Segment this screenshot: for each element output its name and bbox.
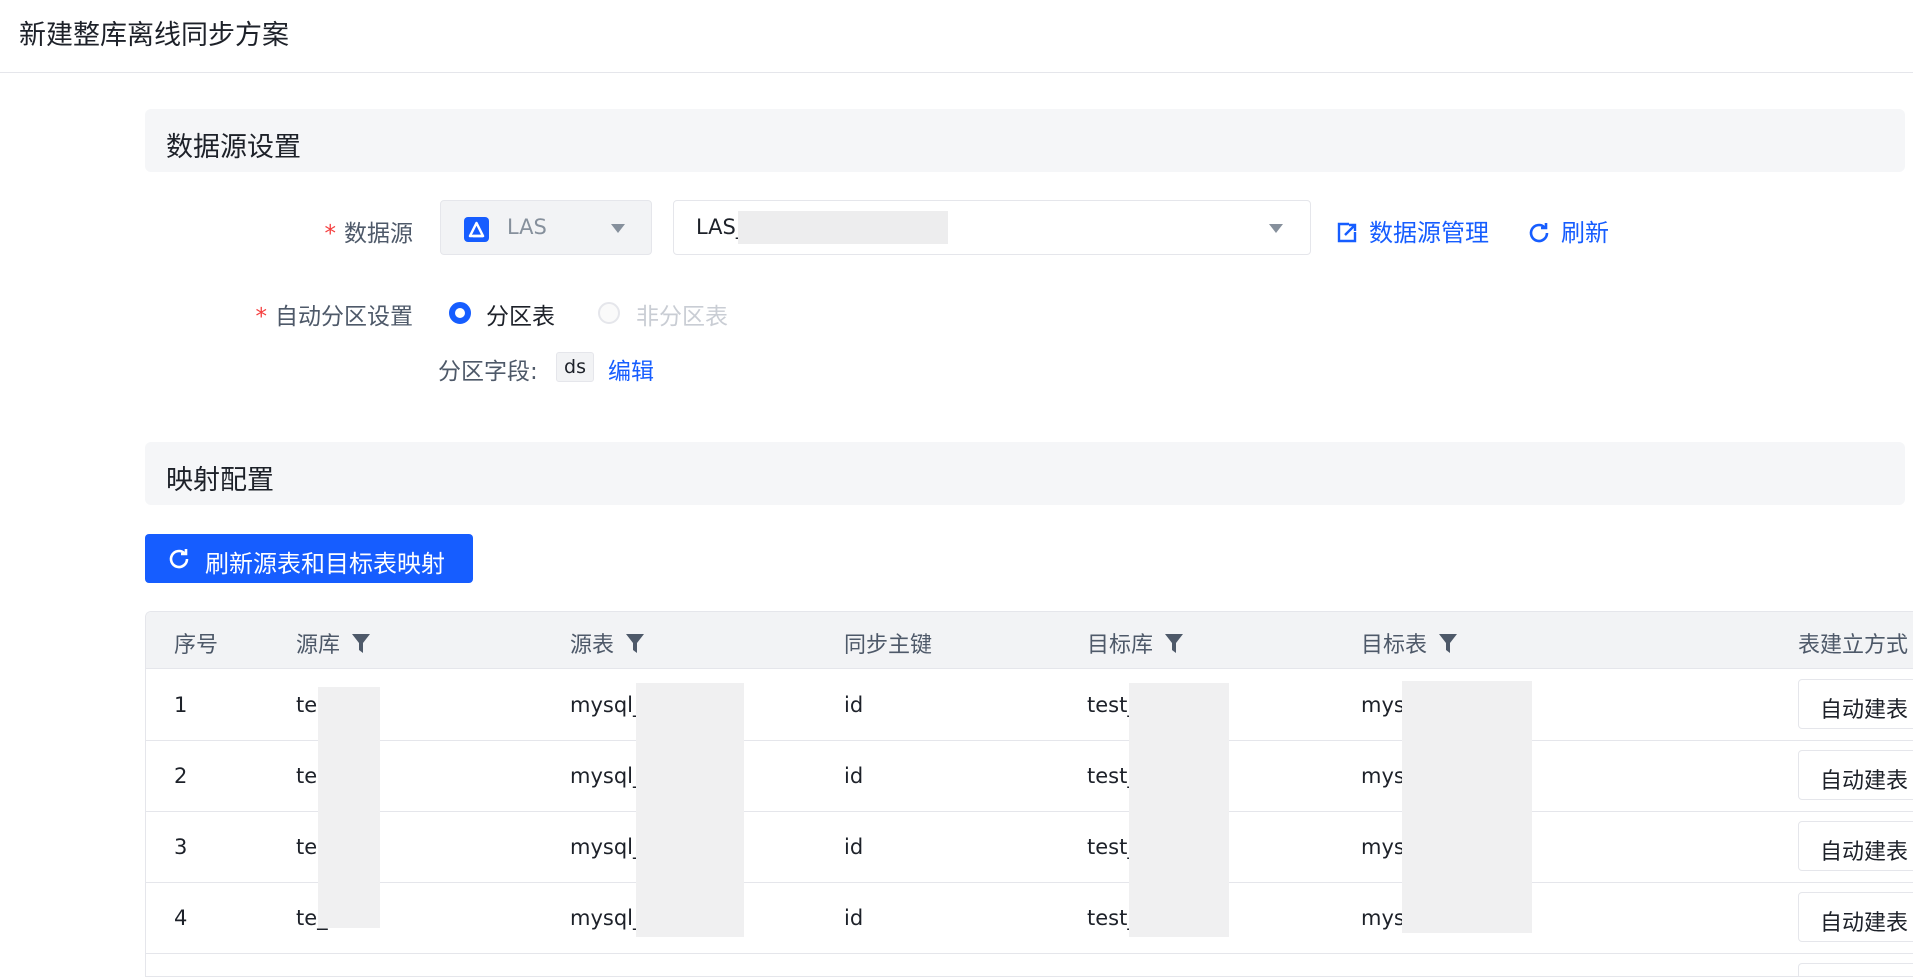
create-mode-select[interactable]: 自动建表	[1798, 821, 1913, 871]
cell-primary-key: id	[844, 764, 864, 788]
redacted-block	[1129, 740, 1229, 811]
auto-partition-label: * 自动分区设置	[255, 304, 414, 330]
filter-icon[interactable]	[626, 634, 645, 654]
cell-index: 2	[174, 764, 188, 788]
col-source-table: 源表	[570, 627, 645, 659]
redacted-block	[1402, 681, 1532, 740]
redacted-block	[1402, 740, 1532, 811]
redacted-block	[318, 740, 380, 811]
col-target-db: 目标库	[1087, 627, 1184, 659]
partition-field-tag: ds	[556, 352, 594, 382]
redacted-block	[636, 740, 744, 811]
cell-source-table: mysql_	[570, 764, 644, 788]
datasource-type-value: LAS	[507, 215, 547, 239]
required-mark: *	[324, 221, 337, 247]
cell-primary-key: id	[844, 835, 864, 859]
datasource-type-select[interactable]: LAS	[440, 200, 652, 255]
radio-non-partitioned[interactable]	[598, 302, 620, 324]
table-row: 1 te mysql_ id test_ mys 自动建表	[146, 669, 1913, 741]
redacted-block	[318, 811, 380, 882]
cell-source-table: mysql_	[570, 906, 644, 930]
create-mode-select[interactable]: 自动建表	[1798, 750, 1913, 800]
mapping-section-header: 映射配置	[145, 442, 1905, 505]
page-header: 新建整库离线同步方案	[0, 0, 1913, 73]
filter-icon[interactable]	[352, 634, 371, 654]
refresh-link[interactable]: 刷新	[1527, 213, 1609, 248]
redacted-block	[636, 811, 744, 882]
cell-primary-key: id	[844, 906, 864, 930]
col-index: 序号	[174, 633, 219, 658]
redacted-block	[738, 211, 948, 244]
refresh-icon	[169, 549, 189, 569]
chevron-down-icon	[1269, 224, 1283, 233]
redacted-block	[1129, 882, 1229, 937]
cell-primary-key: id	[844, 693, 864, 717]
cell-source-db: te	[296, 764, 318, 788]
cell-source-table: mysql_	[570, 693, 644, 717]
col-source-db: 源库	[296, 627, 371, 659]
cell-source-db: te	[296, 693, 318, 717]
refresh-mapping-button[interactable]: 刷新源表和目标表映射	[145, 534, 473, 583]
edit-partition-link[interactable]: 编辑	[608, 352, 654, 386]
radio-partitioned-label[interactable]: 分区表	[486, 297, 555, 331]
las-logo-icon	[464, 217, 489, 242]
col-target-table: 目标表	[1361, 627, 1458, 659]
datasource-name-select[interactable]: LAS_	[673, 200, 1311, 255]
datasource-section-header: 数据源设置	[145, 109, 1905, 172]
external-link-icon	[1337, 222, 1357, 243]
cell-target-table: mys	[1361, 764, 1405, 788]
refresh-icon	[1529, 223, 1549, 243]
redacted-block	[636, 683, 744, 740]
create-mode-select[interactable]: 自动建表	[1798, 679, 1913, 729]
table-header: 序号 源库 源表 同步主键 目标库 目标表 表建立方式	[146, 612, 1913, 669]
datasource-label: * 数据源	[324, 221, 414, 247]
redacted-block	[1402, 811, 1532, 882]
redacted-block	[636, 882, 744, 937]
cell-target-table: mys	[1361, 835, 1405, 859]
radio-non-partitioned-label[interactable]: 非分区表	[636, 297, 728, 331]
partition-field-label: 分区字段:	[438, 359, 538, 385]
redacted-block	[1129, 811, 1229, 882]
mapping-table: 序号 源库 源表 同步主键 目标库 目标表 表建立方式 1 te mysql_ …	[145, 611, 1913, 977]
required-mark: *	[255, 304, 268, 330]
cell-index: 4	[174, 906, 188, 930]
redacted-block	[1129, 683, 1229, 740]
cell-source-table: mysql_	[570, 835, 644, 859]
col-create-mode: 表建立方式	[1798, 633, 1909, 658]
page-title: 新建整库离线同步方案	[19, 20, 289, 51]
mapping-section-title: 映射配置	[166, 465, 274, 496]
radio-partitioned[interactable]	[449, 302, 471, 324]
redacted-block	[318, 687, 380, 740]
chevron-down-icon	[611, 224, 625, 233]
create-mode-select[interactable]: 自动建表	[1798, 892, 1913, 942]
cell-index: 1	[174, 693, 188, 717]
filter-icon[interactable]	[1439, 634, 1458, 654]
cell-index: 3	[174, 835, 188, 859]
cell-target-table: mys	[1361, 906, 1405, 930]
filter-icon[interactable]	[1165, 634, 1184, 654]
col-primary-key: 同步主键	[844, 633, 933, 658]
cell-target-table: mys	[1361, 693, 1405, 717]
table-row: 2 te mysql_ id test_ mys 自动建表	[146, 740, 1913, 812]
datasource-section-title: 数据源设置	[166, 132, 301, 163]
table-row: 4 te_ mysql_ id test_ mys 自动建表	[146, 882, 1913, 954]
redacted-block	[318, 882, 380, 928]
cell-source-db: te	[296, 835, 318, 859]
table-row-partial	[146, 953, 1913, 976]
redacted-block	[1402, 882, 1532, 933]
datasource-manage-link[interactable]: 数据源管理	[1335, 213, 1489, 248]
table-row: 3 te mysql_ id test_ mys 自动建表	[146, 811, 1913, 883]
